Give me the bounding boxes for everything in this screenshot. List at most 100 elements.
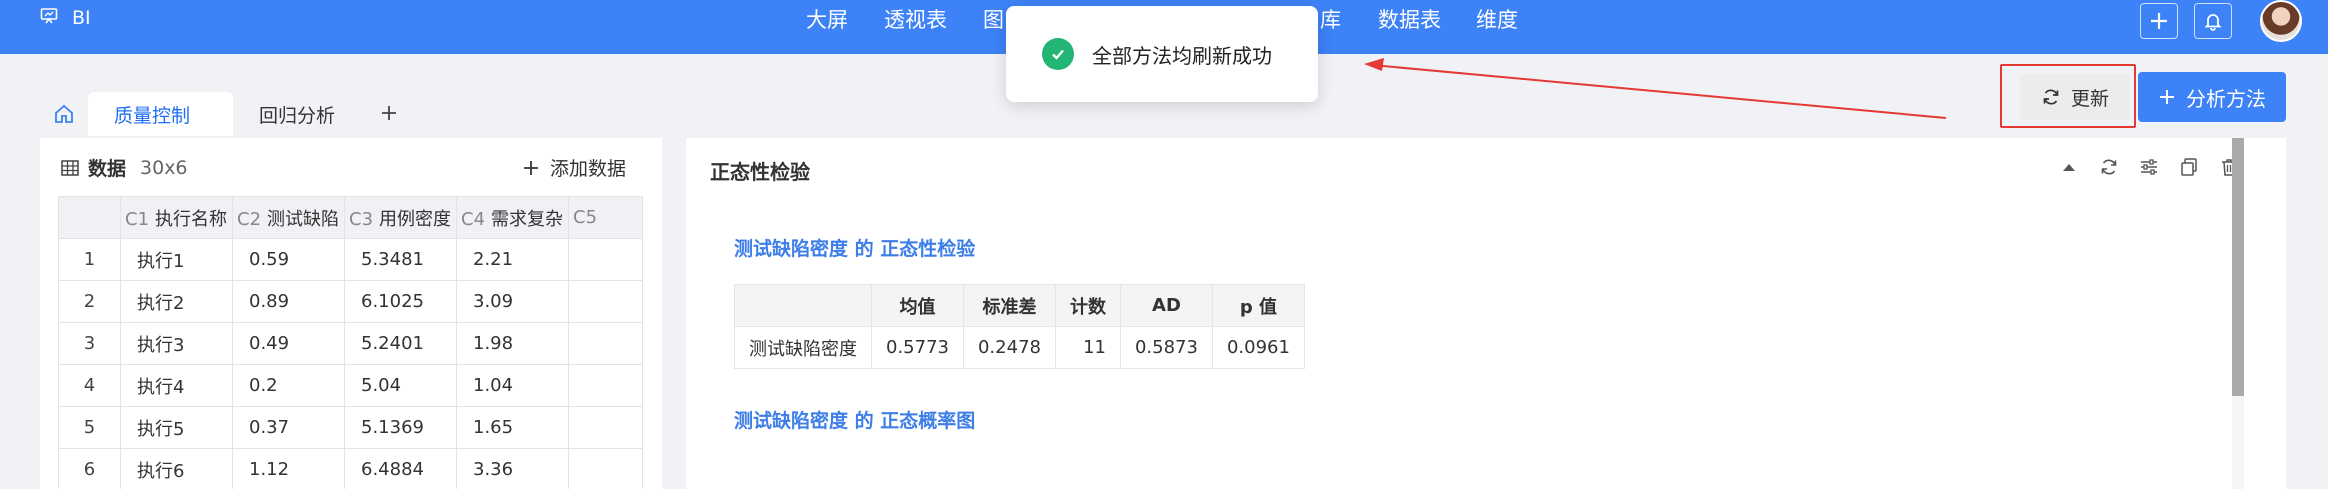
plus-icon: [523, 160, 538, 175]
column-header[interactable]: C2 测试缺陷: [232, 196, 345, 239]
scrollbar-thumb[interactable]: [2232, 138, 2244, 396]
column-header[interactable]: C3 用例密度: [344, 196, 457, 239]
data-grid: C1 执行名称 C2 测试缺陷 C3 用例密度 C4 需求复杂 C5 1 执行1 0.59 5…: [58, 196, 643, 489]
stats-header-cell: 计数: [1054, 284, 1121, 327]
check-circle-icon: [1042, 38, 1074, 70]
table-cell[interactable]: 5.2401: [344, 322, 457, 365]
stats-header-cell: 标准差: [962, 284, 1056, 327]
table-cell[interactable]: 0.2: [232, 364, 345, 407]
row-number: 1: [58, 238, 121, 281]
column-header[interactable]: C1 执行名称: [120, 196, 233, 239]
row-number: 3: [58, 322, 121, 365]
nav-item-library[interactable]: 库: [1320, 4, 1341, 34]
table-row: 1 执行1 0.59 5.3481 2.21: [58, 238, 643, 281]
add-button[interactable]: [2140, 3, 2178, 39]
column-header[interactable]: C4 需求复杂: [456, 196, 569, 239]
table-cell[interactable]: 执行6: [120, 448, 233, 489]
copy-icon[interactable]: [2178, 156, 2200, 178]
nav-item-datatable[interactable]: 数据表: [1378, 4, 1441, 34]
stats-header-cell: AD: [1119, 284, 1213, 327]
table-cell[interactable]: 1.98: [456, 322, 569, 365]
table-cell[interactable]: 6.1025: [344, 280, 457, 323]
table-cell[interactable]: 执行1: [120, 238, 233, 281]
brand[interactable]: BI: [40, 0, 91, 36]
row-number: 5: [58, 406, 121, 449]
table-cell[interactable]: [568, 406, 643, 449]
plus-icon: [382, 106, 397, 120]
column-name: 测试缺陷: [267, 208, 340, 230]
table-cell[interactable]: [568, 238, 643, 281]
settings-sliders-icon[interactable]: [2138, 156, 2160, 178]
vertical-scrollbar[interactable]: [2232, 138, 2244, 489]
nav-item-pivot[interactable]: 透视表: [884, 4, 947, 34]
grid-header-row: C1 执行名称 C2 测试缺陷 C3 用例密度 C4 需求复杂 C5: [58, 196, 643, 239]
add-data-label: 添加数据: [549, 158, 626, 180]
table-cell[interactable]: 执行4: [120, 364, 233, 407]
row-number-header: [58, 196, 121, 239]
tab-regression-analysis[interactable]: 回归分析: [233, 92, 361, 136]
table-cell[interactable]: 5.04: [344, 364, 457, 407]
table-cell[interactable]: [568, 448, 643, 489]
table-row: 6 执行6 1.12 6.4884 3.36: [58, 448, 643, 489]
table-row: 4 执行4 0.2 5.04 1.04: [58, 364, 643, 407]
plus-icon: [2160, 90, 2174, 104]
result-panel: 正态性检验 测试缺陷密度 的 正态性检验 均值 标准差 计数 AD p 值 测试…: [686, 138, 2286, 489]
stats-cell: 测试缺陷密度: [734, 326, 872, 369]
nav-item-dimension[interactable]: 维度: [1476, 4, 1518, 34]
stats-cell: 11: [1054, 326, 1121, 369]
collapse-icon[interactable]: [2058, 156, 2080, 178]
table-cell[interactable]: 5.1369: [344, 406, 457, 449]
table-cell[interactable]: 1.04: [456, 364, 569, 407]
table-cell[interactable]: 3.36: [456, 448, 569, 489]
table-cell[interactable]: 执行2: [120, 280, 233, 323]
tab-quality-control[interactable]: 质量控制: [88, 92, 233, 136]
table-cell[interactable]: 1.12: [232, 448, 345, 489]
toast-message: 全部方法均刷新成功: [1092, 43, 1272, 68]
table-cell[interactable]: 5.3481: [344, 238, 457, 281]
user-avatar[interactable]: [2260, 0, 2302, 42]
highlight-box: [2000, 64, 2136, 128]
add-method-button[interactable]: 分析方法: [2138, 72, 2286, 122]
column-code: C3: [349, 208, 374, 230]
stats-cell: 0.5773: [871, 326, 964, 369]
data-panel: 数据 30x6 添加数据 C1 执行名称 C2 测试缺陷 C3 用例密度 C4 需求复杂…: [40, 138, 662, 489]
table-cell[interactable]: 0.89: [232, 280, 345, 323]
normality-stats-table: 均值 标准差 计数 AD p 值 测试缺陷密度 0.5773 0.2478 11…: [734, 284, 1305, 369]
add-tab-button[interactable]: [369, 99, 409, 129]
refresh-icon[interactable]: [2098, 156, 2120, 178]
column-name: 需求复杂: [491, 208, 564, 230]
success-toast: 全部方法均刷新成功: [1006, 6, 1318, 102]
nav-item-dashboard[interactable]: 大屏: [806, 4, 848, 34]
presentation-icon: [40, 7, 58, 30]
data-panel-header: 数据 30x6: [60, 154, 188, 181]
table-cell[interactable]: 1.65: [456, 406, 569, 449]
home-tab[interactable]: [40, 92, 88, 136]
table-cell[interactable]: 2.21: [456, 238, 569, 281]
add-data-button[interactable]: 添加数据: [522, 154, 626, 181]
stats-header-cell: p 值: [1211, 284, 1305, 327]
stats-cell: 0.0961: [1211, 326, 1305, 369]
table-cell[interactable]: [568, 280, 643, 323]
table-cell[interactable]: [568, 322, 643, 365]
stats-header-row: 均值 标准差 计数 AD p 值: [734, 284, 1305, 327]
bell-icon: [2204, 14, 2222, 31]
nav-item-chart[interactable]: 图: [983, 4, 1004, 34]
table-cell[interactable]: [568, 364, 643, 407]
table-cell[interactable]: 3.09: [456, 280, 569, 323]
table-icon: [61, 159, 79, 176]
stats-cell: 0.5873: [1119, 326, 1213, 369]
column-header[interactable]: C5: [568, 196, 643, 239]
data-dimensions: 30x6: [140, 156, 188, 179]
table-cell[interactable]: 0.59: [232, 238, 345, 281]
table-cell[interactable]: 0.37: [232, 406, 345, 449]
table-row: 3 执行3 0.49 5.2401 1.98: [58, 322, 643, 365]
normality-test-heading: 测试缺陷密度 的 正态性检验: [734, 238, 976, 260]
row-number: 2: [58, 280, 121, 323]
column-name: 用例密度: [379, 208, 452, 230]
table-cell[interactable]: 执行5: [120, 406, 233, 449]
notification-button[interactable]: [2194, 3, 2232, 39]
table-cell[interactable]: 6.4884: [344, 448, 457, 489]
add-method-label: 分析方法: [2186, 86, 2266, 111]
table-cell[interactable]: 执行3: [120, 322, 233, 365]
table-cell[interactable]: 0.49: [232, 322, 345, 365]
